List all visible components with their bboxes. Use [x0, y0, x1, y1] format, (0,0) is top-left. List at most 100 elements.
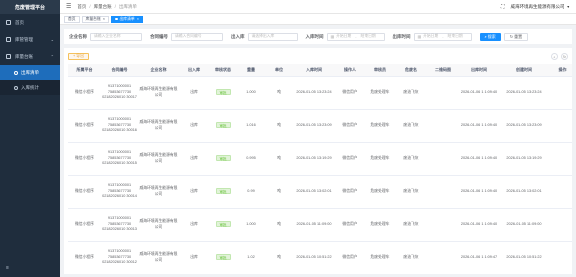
breadcrumb-item[interactable]: 库量台账 — [94, 4, 112, 9]
cell-created: 2026-01-05 13:23:24 — [499, 76, 549, 110]
company-name[interactable]: 威海环境再生能源有限公司 — [511, 4, 565, 10]
table-tools: ⌕ ↻ — [548, 53, 568, 60]
hamburger-icon[interactable]: ☰ — [66, 3, 71, 10]
contract-input[interactable]: 请输入合同编号 — [171, 32, 223, 41]
table-row[interactable]: 微信小程序 91371000001 75853677730 02182026010… — [68, 142, 572, 176]
close-icon[interactable]: × — [103, 17, 105, 21]
cell-status: 审批 — [209, 208, 237, 242]
cell-out-time: 2026-01-06 1 1:09:40 — [459, 109, 499, 143]
column-header: 出库时间 — [459, 64, 499, 77]
cell-status: 审批 — [209, 175, 237, 209]
cell-weight: 1.000 — [237, 76, 265, 110]
cell-op: 微信用户 — [335, 241, 365, 274]
dot-icon — [115, 17, 118, 21]
cell-contract: 91371000001 75853677730 02182026010 3001… — [101, 142, 138, 176]
table-row[interactable]: 微信小程序 91371000001 75853677730 02182026010… — [68, 109, 572, 143]
io-select[interactable]: 请选择出入库 — [247, 32, 298, 41]
cell-in-time: 2026-01-05 13:23:24 — [293, 76, 335, 110]
breadcrumb-item[interactable]: 首页 — [77, 4, 86, 9]
status-badge: 审批 — [215, 253, 231, 260]
sidebar-item-inbound-stats[interactable]: 入库统计 — [0, 80, 60, 95]
collapse-icon[interactable]: ≡ — [6, 265, 9, 271]
export-button[interactable]: + 导出 — [68, 53, 89, 60]
start-date: 开始日期 — [423, 34, 439, 38]
tag-label: 出库清单 — [119, 16, 135, 21]
cell-contract: 91371000001 75853677730 02182026010 3001… — [101, 109, 138, 143]
sidebar: 危废管理平台 首页 库管管理 ⌄ 库量台账 ⌃ 出库清单 入库统计 ≡ — [0, 0, 60, 277]
cell-status: 审批 — [209, 142, 237, 176]
cell-company: 威海环境再生能源有限公司 — [138, 241, 179, 274]
cell-contract: 91371000001 75853677730 02182026010 3001… — [101, 175, 138, 209]
cell-company: 威海环境再生能源有限公司 — [138, 142, 179, 176]
cell-weight: 0.99 — [237, 175, 265, 209]
cell-contract: 91371000001 75853677730 02182026010 3001… — [101, 76, 138, 110]
tag-ledger[interactable]: 库量台账 × — [81, 15, 109, 23]
fullscreen-icon[interactable]: ⛶ — [501, 4, 505, 10]
sidebar-item-label: 出库清单 — [21, 69, 39, 75]
cell-unit: 吨 — [265, 208, 293, 242]
cell-qr — [427, 241, 459, 274]
cell-action — [549, 76, 572, 110]
button-label: 重置 — [514, 33, 523, 39]
cell-action — [549, 208, 572, 242]
search-toggle-icon[interactable]: ⌕ — [551, 53, 558, 60]
sidebar-item-ledger[interactable]: 库量台账 ⌃ — [0, 48, 60, 65]
column-header: 出入库 — [179, 64, 209, 77]
reset-button[interactable]: ↻ 重置 — [503, 32, 529, 41]
cell-waste: 废油飞灰 — [395, 208, 427, 242]
table-row[interactable]: 微信小程序 91371000001 75853677730 02182026010… — [68, 241, 572, 274]
table-row[interactable]: 微信小程序 91371000001 75853677730 02182026010… — [68, 208, 572, 242]
out-time-range[interactable]: ▦ 开始日期 - 结束日期 — [413, 32, 472, 41]
column-header: 危废名 — [395, 64, 427, 77]
cell-in-time: 2026-01-05 13:23:09 — [293, 109, 335, 143]
table-row[interactable]: 微信小程序 91371000001 75853677730 02182026010… — [68, 76, 572, 110]
company-input[interactable]: 请输入企业名称 — [90, 32, 142, 41]
column-header: 操作 — [549, 64, 572, 77]
cell-in-time: 2026-01-05 11:09:00 — [293, 208, 335, 242]
column-header: 所属平台 — [68, 64, 101, 77]
header-right: ⛶ 威海环境再生能源有限公司 ▼ — [501, 4, 570, 10]
status-badge: 审批 — [215, 154, 231, 161]
cell-auditor: 危废处理车 — [365, 109, 395, 143]
cell-auditor: 危废处理车 — [365, 76, 395, 110]
cell-in-time: 2026-01-05 13:02:01 — [293, 175, 335, 209]
cell-out-time: 2026-01-06 1 1:09:40 — [459, 142, 499, 176]
close-icon[interactable]: × — [137, 17, 139, 21]
sidebar-item-outbound[interactable]: 出库清单 — [0, 65, 60, 80]
caret-down-icon[interactable]: ▼ — [567, 5, 570, 9]
column-header: 单位 — [265, 64, 293, 77]
content-panel: + 导出 ⌕ ↻ 所属平台 合同编号 企业名称 出入库 审核状态 重量 单位 入库时间 操作人审… — [64, 48, 572, 274]
top-header: ☰ 首页 / 库量台账 / 出库清单 ⛶ 威海环境再生能源有限公司 ▼ — [60, 0, 576, 14]
cell-weight: 1.016 — [237, 109, 265, 143]
search-button[interactable]: ⌕ 搜索 — [479, 32, 501, 41]
status-badge: 审批 — [215, 121, 231, 128]
cell-contract: 91371000001 75853677730 02182026010 3001… — [101, 241, 138, 274]
tag-home[interactable]: 首页 — [64, 15, 80, 23]
tag-outbound[interactable]: 出库清单 × — [111, 15, 143, 23]
company-label: 企业名称 — [69, 33, 87, 39]
cell-op: 微信用户 — [335, 208, 365, 242]
cell-op: 微信用户 — [335, 175, 365, 209]
ledger-icon — [6, 54, 11, 59]
cell-action — [549, 109, 572, 143]
sidebar-item-home[interactable]: 首页 — [0, 14, 60, 31]
cell-platform: 微信小程序 — [68, 109, 101, 143]
cell-out-time: 2026-01-06 1 1:09:40 — [459, 76, 499, 110]
column-header: 企业名称 — [138, 64, 179, 77]
in-time-range[interactable]: ▦ 开始日期 - 结束日期 — [326, 32, 385, 41]
chart-icon — [14, 85, 18, 90]
cell-io: 出库 — [179, 208, 209, 242]
cell-waste: 废油飞灰 — [395, 175, 427, 209]
cell-auditor: 危废处理车 — [365, 208, 395, 242]
sidebar-item-storage[interactable]: 库管管理 ⌄ — [0, 31, 60, 48]
table-row[interactable]: 微信小程序 91371000001 75853677730 02182026010… — [68, 175, 572, 209]
sidebar-item-label: 首页 — [15, 19, 24, 25]
table-body: 微信小程序 91371000001 75853677730 02182026010… — [68, 76, 572, 274]
calendar-icon: ▦ — [417, 35, 422, 39]
out-time-label: 出库时间 — [392, 33, 411, 39]
refresh-icon[interactable]: ↻ — [561, 53, 568, 60]
cell-io: 出库 — [179, 142, 209, 176]
breadcrumb-item: 出库清单 — [118, 3, 137, 9]
chevron-down-icon: ⌄ — [50, 37, 54, 42]
contract-label: 合同编号 — [150, 33, 168, 39]
